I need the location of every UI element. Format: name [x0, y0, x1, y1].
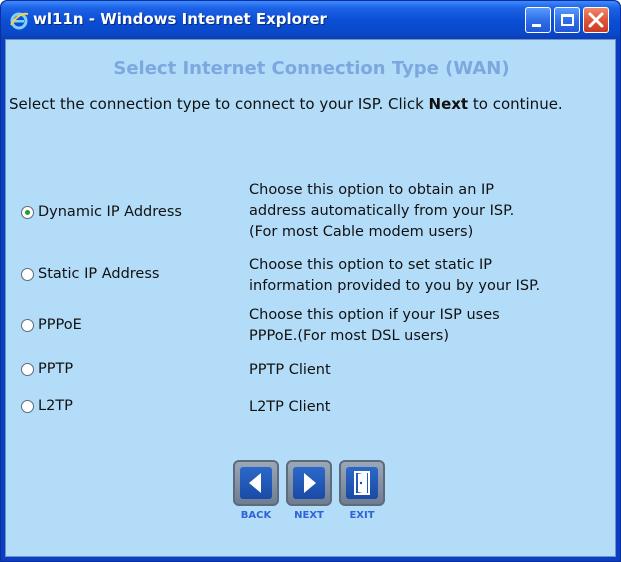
minimize-button[interactable]	[525, 7, 551, 33]
option-static-ip-description: Choose this option to set static IP info…	[249, 255, 617, 297]
option-dynamic-ip-description: Choose this option to obtain an IP addre…	[249, 180, 617, 243]
option-pppoe-desc-line-1: Choose this option if your ISP uses	[249, 307, 500, 323]
exit-door-icon	[354, 471, 370, 495]
back-label: BACK	[240, 510, 272, 521]
radio-pptp[interactable]	[21, 362, 34, 376]
option-static-ip-label: Static IP Address	[38, 266, 160, 282]
option-pppoe-label: PPPoE	[38, 317, 82, 333]
option-static-ip-label-wrap[interactable]: Static IP Address	[21, 266, 159, 282]
option-pptp-label: PPTP	[38, 361, 74, 377]
browser-window: wl11n - Windows Internet Explorer Select…	[0, 0, 621, 562]
arrow-right-icon	[304, 473, 316, 493]
option-pppoe-description: Choose this option if your ISP uses PPPo…	[249, 305, 617, 347]
window-title: wl11n - Windows Internet Explorer	[33, 10, 327, 28]
arrow-left-icon	[249, 473, 261, 493]
radio-dynamic-ip[interactable]	[21, 205, 34, 219]
option-l2tp-desc-line-1: L2TP Client	[249, 399, 331, 415]
option-static-ip-desc-line-2: information provided to you by your ISP.	[249, 278, 541, 294]
option-pptp-desc-line-1: PPTP Client	[249, 362, 331, 378]
option-dynamic-ip-label-wrap[interactable]: Dynamic IP Address	[21, 204, 182, 220]
option-dynamic-ip-desc-line-2: address automatically from your ISP.	[249, 203, 515, 219]
option-dynamic-ip-label: Dynamic IP Address	[38, 204, 182, 220]
radio-l2tp[interactable]	[21, 399, 34, 413]
close-icon	[588, 12, 604, 28]
exit-button[interactable]	[339, 460, 385, 506]
next-button-face	[293, 467, 325, 499]
option-pppoe-label-wrap[interactable]: PPPoE	[21, 317, 82, 333]
next-nav: NEXT	[285, 460, 333, 521]
minimize-icon	[532, 24, 541, 27]
option-dynamic-ip-desc-line-3: (For most Cable modem users)	[249, 224, 474, 240]
maximize-icon	[561, 14, 574, 26]
exit-button-face	[346, 467, 378, 499]
title-bar[interactable]: wl11n - Windows Internet Explorer	[1, 1, 620, 39]
intro-text: Select the connection type to connect to…	[9, 93, 609, 116]
back-button-face	[240, 467, 272, 499]
maximize-button[interactable]	[554, 7, 580, 33]
intro-next-keyword: Next	[428, 95, 469, 113]
intro-text-part-1: Select the connection type to connect to…	[9, 95, 429, 113]
exit-label: EXIT	[349, 510, 375, 521]
next-label: NEXT	[294, 510, 324, 521]
page-heading: Select Internet Connection Type (WAN)	[113, 58, 510, 79]
radio-static-ip[interactable]	[21, 267, 34, 281]
option-l2tp-description: L2TP Client	[249, 397, 617, 418]
ie-icon	[10, 12, 29, 30]
option-l2tp-label-wrap[interactable]: L2TP	[21, 398, 73, 414]
option-l2tp-label: L2TP	[38, 398, 73, 414]
option-static-ip-desc-line-1: Choose this option to set static IP	[249, 257, 493, 273]
page-content: Select Internet Connection Type (WAN) Se…	[5, 39, 616, 557]
back-button[interactable]	[233, 460, 279, 506]
next-button[interactable]	[286, 460, 332, 506]
intro-text-part-2: to continue.	[468, 95, 563, 113]
option-dynamic-ip-desc-line-1: Choose this option to obtain an IP	[249, 182, 495, 198]
exit-nav: EXIT	[338, 460, 386, 521]
option-pptp-description: PPTP Client	[249, 360, 617, 381]
back-nav: BACK	[232, 460, 280, 521]
close-button[interactable]	[583, 7, 609, 33]
radio-pppoe[interactable]	[21, 318, 34, 332]
option-pppoe-desc-line-2: PPPoE.(For most DSL users)	[249, 328, 450, 344]
option-pptp-label-wrap[interactable]: PPTP	[21, 361, 73, 377]
